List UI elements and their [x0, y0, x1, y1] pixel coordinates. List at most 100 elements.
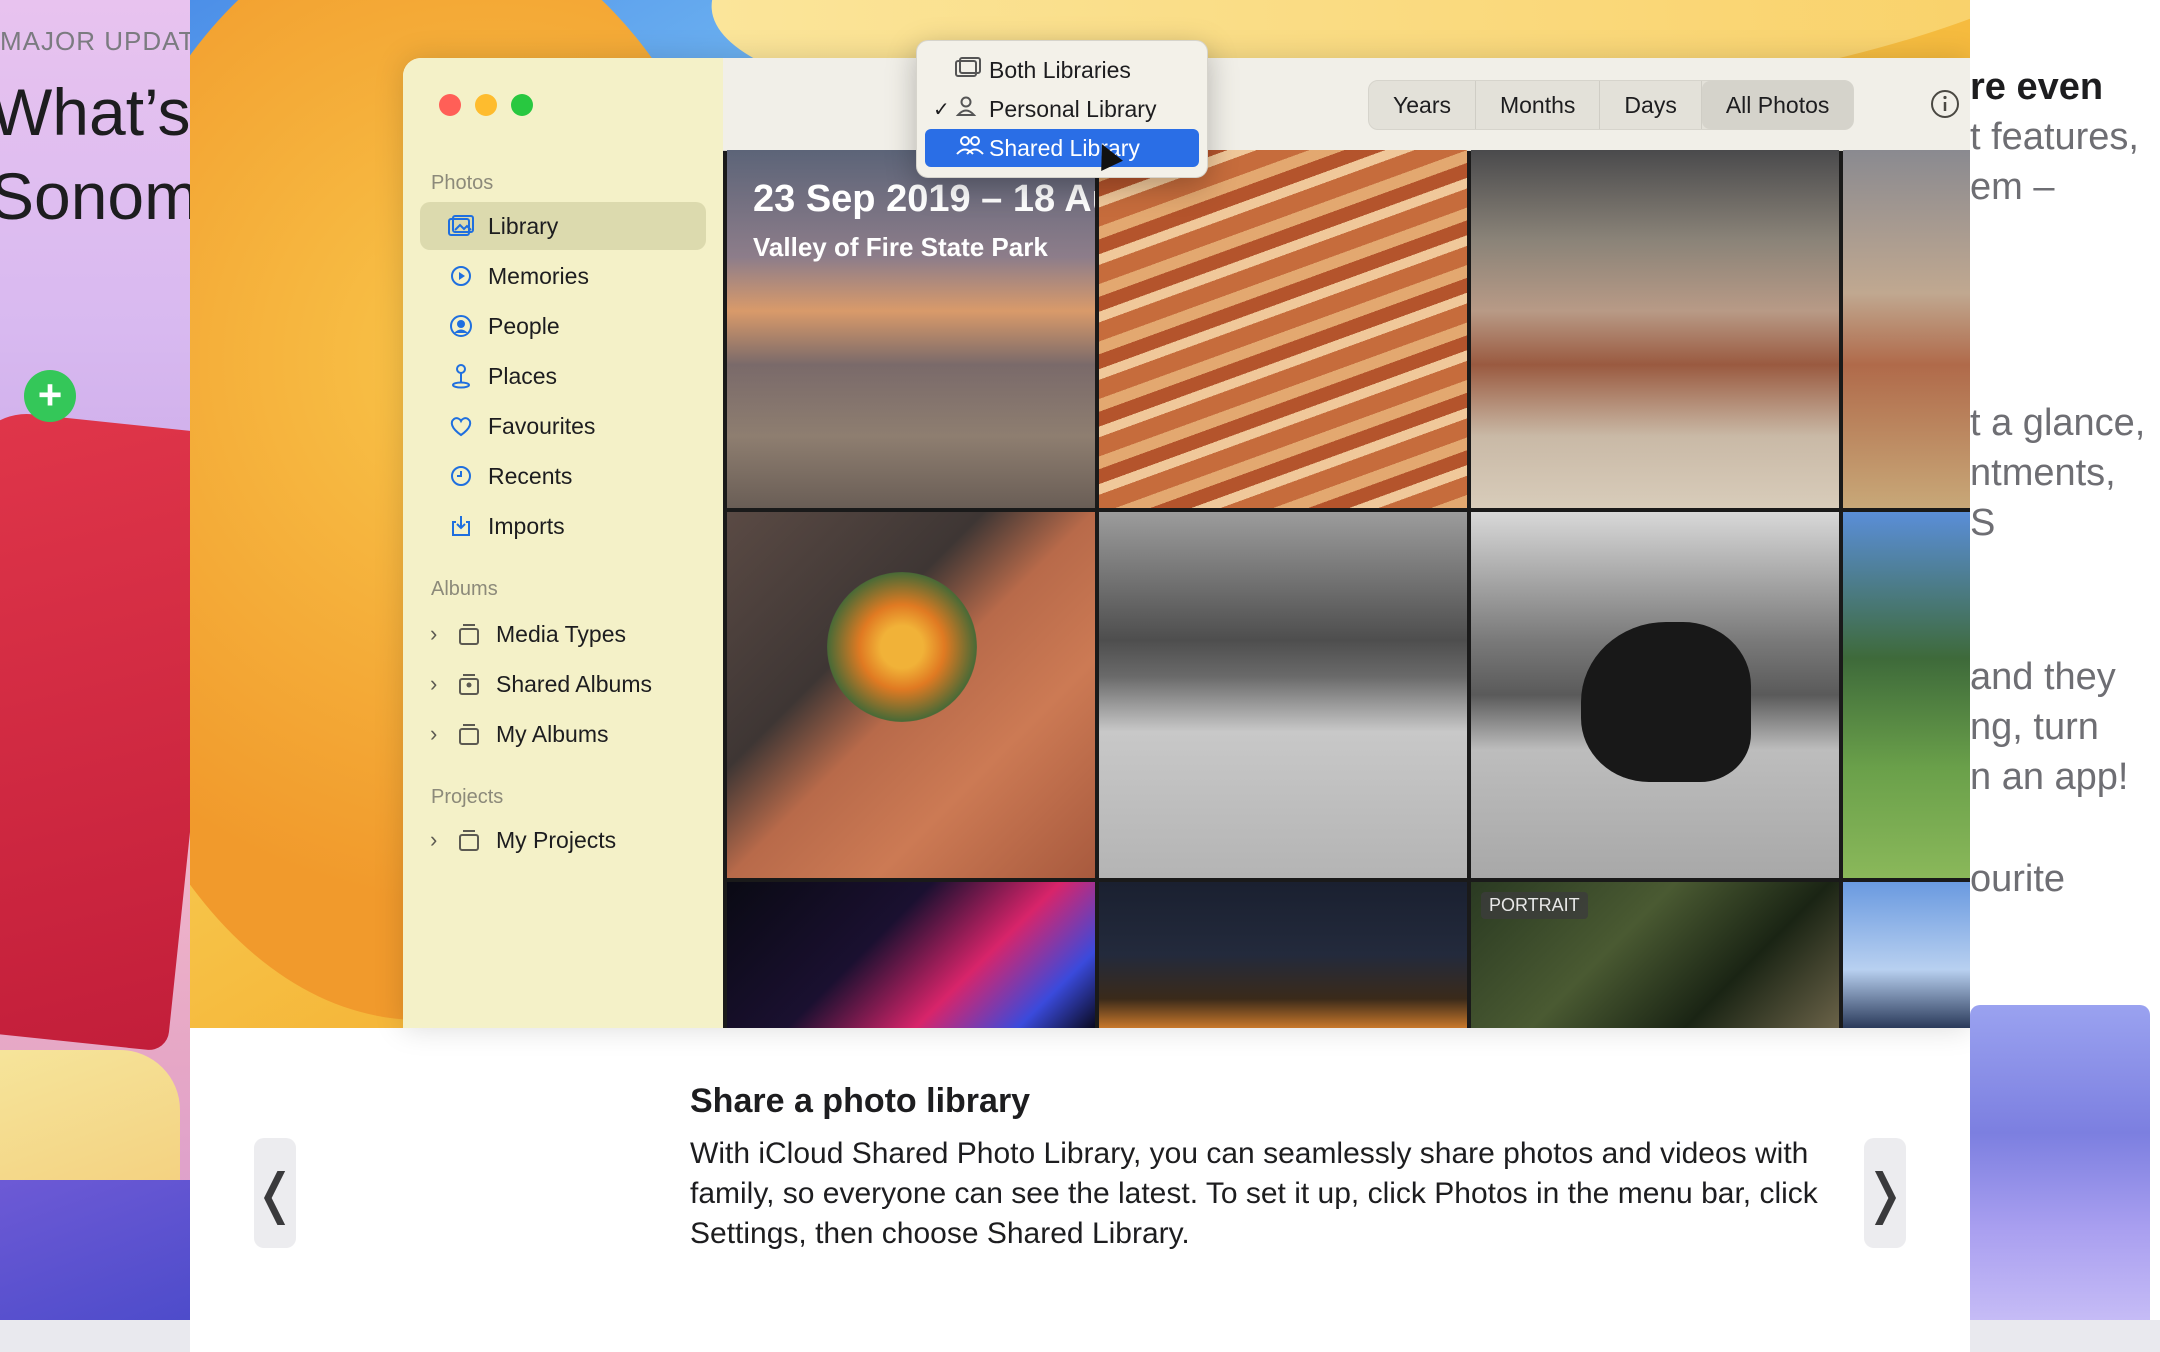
next-slide-card: re even t features, em – t a glance, ntm…: [1970, 0, 2160, 1320]
photo-thumbnail[interactable]: [1843, 512, 1970, 878]
close-window-button[interactable]: [439, 94, 461, 116]
date-range-title: 23 Sep 2019 – 18 Aug 2020: [753, 178, 1095, 220]
photo-thumbnail[interactable]: [727, 882, 1095, 1028]
chevron-right-icon[interactable]: ›: [430, 671, 437, 697]
segment-months[interactable]: Months: [1476, 81, 1601, 129]
caption-body: With iCloud Shared Photo Library, you ca…: [690, 1137, 1818, 1250]
sidebar-item-label: People: [488, 312, 560, 339]
chevron-right-icon[interactable]: ›: [430, 827, 437, 853]
photo-thumbnail[interactable]: [727, 512, 1095, 878]
photo-content-area: − + Years Months Days All Photos: [723, 58, 1970, 1028]
photo-thumbnail[interactable]: [1843, 882, 1970, 1028]
person-icon: [955, 95, 989, 123]
menu-item-shared-library[interactable]: Shared Library: [925, 129, 1199, 167]
chevron-right-icon[interactable]: ›: [430, 721, 437, 747]
photo-grid: 23 Sep 2019 – 18 Aug 2020 Valley of Fire…: [723, 150, 1970, 1028]
sidebar-item-imports[interactable]: Imports: [420, 502, 706, 550]
decorative-image: [1970, 1005, 2150, 1320]
slide-text: t features,: [1970, 116, 2139, 158]
location-subtitle: Valley of Fire State Park: [753, 232, 1048, 262]
sidebar-item-label: Favourites: [488, 412, 596, 439]
people-icon: [444, 314, 478, 338]
sidebar-item-label: Media Types: [496, 620, 626, 647]
clock-icon: [444, 464, 478, 488]
heart-icon: [444, 415, 478, 437]
sidebar-section-photos: Photos: [431, 172, 494, 194]
minimize-window-button[interactable]: [475, 94, 497, 116]
slide-text: S: [1970, 502, 1996, 544]
album-folder-icon: [452, 722, 486, 746]
slide-text: ntments,: [1970, 452, 2116, 494]
feature-slide-card: Photos Library Memories People Places Fa…: [190, 0, 1970, 1352]
sidebar-item-media-types[interactable]: › Media Types: [420, 610, 706, 658]
segment-years[interactable]: Years: [1369, 81, 1476, 129]
caption-title: Share a photo library: [690, 1082, 1031, 1120]
slide-text: t a glance,: [1970, 402, 2146, 444]
next-button[interactable]: ❭: [1862, 1138, 1908, 1248]
segment-all-photos[interactable]: All Photos: [1701, 81, 1854, 129]
memories-icon: [444, 264, 478, 288]
sidebar-item-my-projects[interactable]: › My Projects: [420, 816, 706, 864]
import-icon: [444, 514, 478, 538]
sidebar-item-label: Imports: [488, 512, 565, 539]
toolbar: − + Years Months Days All Photos: [723, 58, 1970, 151]
photo-thumbnail[interactable]: [1099, 512, 1467, 878]
menu-item-label: Personal Library: [989, 95, 1157, 122]
view-segmented-control: Years Months Days All Photos: [1368, 80, 1855, 130]
photo-thumbnail[interactable]: PORTRAIT: [1471, 882, 1839, 1028]
library-picker-menu: Both Libraries ✓ Personal Library Shared…: [916, 40, 1208, 178]
slide-title-line: What’s: [0, 75, 190, 149]
photo-thumbnail[interactable]: 23 Sep 2019 – 18 Aug 2020 Valley of Fire…: [727, 150, 1095, 508]
slide-title: What’s Sonom: [0, 70, 190, 238]
slide-tag: MAJOR UPDATE: [0, 26, 190, 56]
sidebar-item-label: Library: [488, 212, 559, 239]
checkmark-icon: ✓: [933, 98, 950, 121]
info-icon[interactable]: [1929, 88, 1961, 125]
menu-item-personal-library[interactable]: ✓ Personal Library: [925, 90, 1199, 128]
sidebar-item-label: My Albums: [496, 720, 609, 747]
photo-thumbnail[interactable]: [1099, 150, 1467, 508]
menu-item-label: Both Libraries: [989, 56, 1131, 83]
sidebar: Photos Library Memories People Places Fa…: [403, 58, 723, 1028]
sidebar-item-library[interactable]: Library: [420, 202, 706, 250]
sidebar-section-projects: Projects: [431, 786, 504, 808]
sidebar-item-people[interactable]: People: [420, 302, 706, 350]
sidebar-item-favourites[interactable]: Favourites: [420, 402, 706, 450]
menu-item-both-libraries[interactable]: Both Libraries: [925, 51, 1199, 89]
decorative-shape: [0, 1180, 190, 1320]
segment-days[interactable]: Days: [1600, 81, 1702, 129]
photos-app-window: Photos Library Memories People Places Fa…: [403, 58, 1970, 1028]
album-folder-icon: [452, 622, 486, 646]
chevron-right-icon: ❭: [1862, 1163, 1908, 1224]
library-icon: [444, 215, 478, 237]
sidebar-item-label: My Projects: [496, 826, 617, 853]
sidebar-item-recents[interactable]: Recents: [420, 452, 706, 500]
sidebar-item-shared-albums[interactable]: › Shared Albums: [420, 660, 706, 708]
photo-thumbnail[interactable]: [1843, 150, 1970, 508]
plus-icon: +: [24, 370, 76, 422]
photos-library-icon: [955, 57, 989, 83]
slide-text: n an app!: [1970, 756, 2129, 798]
people-icon: [955, 134, 989, 162]
zoom-window-button[interactable]: [511, 94, 533, 116]
photo-thumbnail[interactable]: [1471, 150, 1839, 508]
sidebar-item-label: Recents: [488, 462, 573, 489]
sidebar-item-places[interactable]: Places: [420, 352, 706, 400]
slide-title-line: Sonom: [0, 159, 190, 233]
slide-text: ourite: [1970, 858, 2066, 900]
shared-album-icon: [452, 672, 486, 696]
sidebar-item-my-albums[interactable]: › My Albums: [420, 710, 706, 758]
decorative-shape: [0, 408, 190, 1052]
photo-thumbnail[interactable]: [1099, 882, 1467, 1028]
portrait-badge: PORTRAIT: [1481, 892, 1588, 919]
slide-text: ng, turn: [1970, 706, 2099, 748]
sidebar-item-memories[interactable]: Memories: [420, 252, 706, 300]
slide-text: em –: [1970, 166, 2055, 208]
previous-button[interactable]: ❬: [252, 1138, 298, 1248]
chevron-right-icon[interactable]: ›: [430, 621, 437, 647]
photo-thumbnail[interactable]: [1471, 512, 1839, 878]
flower-pot-image: [827, 572, 977, 722]
slide-text: and they: [1970, 656, 2116, 698]
previous-slide-card: + MAJOR UPDATE What’s Sonom: [0, 0, 190, 1320]
chevron-left-icon: ❬: [252, 1163, 298, 1224]
